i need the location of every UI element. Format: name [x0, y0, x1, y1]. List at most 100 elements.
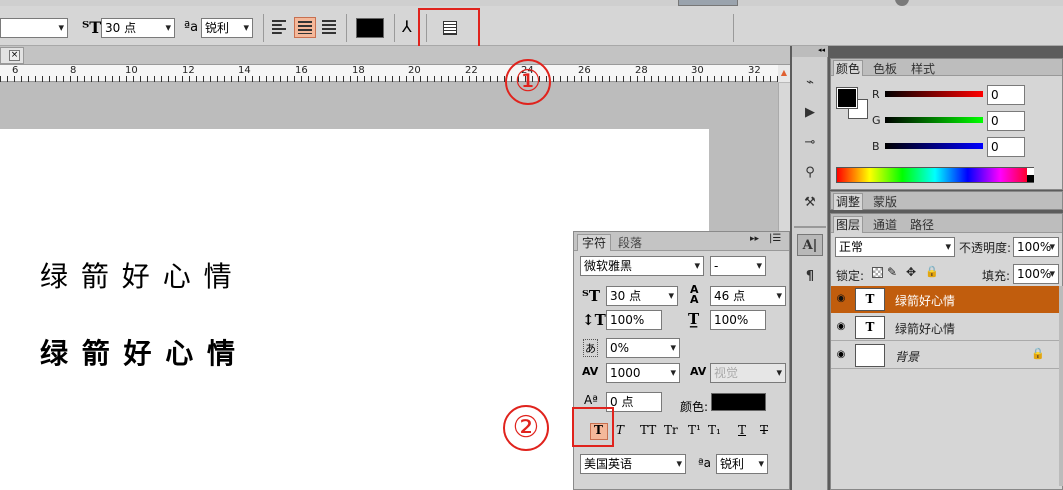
layer-row-selected[interactable]: ◉ T 绿箭好心情: [831, 286, 1059, 313]
antialias-select[interactable]: 锐利: [716, 454, 768, 474]
horizontal-scale-value: 100%: [714, 313, 749, 327]
layer-row[interactable]: ◉ T 绿箭好心情: [831, 314, 1059, 341]
lock-image-icon[interactable]: ✎: [887, 265, 897, 279]
dock-collapse-bar[interactable]: ◂◂: [792, 46, 828, 57]
blue-input[interactable]: 0: [987, 137, 1025, 157]
red-slider[interactable]: [885, 91, 983, 97]
visibility-eye-icon[interactable]: ◉: [834, 348, 848, 362]
vertical-scale-value: 100%: [610, 313, 645, 327]
vertical-scale-input[interactable]: 100%: [606, 310, 662, 330]
opacity-input[interactable]: 100%: [1013, 237, 1059, 257]
lock-transparency-icon[interactable]: [872, 267, 883, 278]
fill-value: 100%: [1017, 267, 1052, 281]
horizontal-ruler: 6 8 10 12 14 16 18 20 22 24 26 28 30 32 …: [0, 65, 790, 82]
red-label: R: [872, 88, 880, 101]
history-icon[interactable]: ⌁: [797, 72, 823, 94]
superscript-button[interactable]: T¹: [688, 423, 701, 437]
paragraph-panel-icon[interactable]: ¶: [797, 266, 823, 288]
tsume-icon: あ: [583, 339, 598, 357]
language-select[interactable]: 美国英语: [580, 454, 686, 474]
close-icon[interactable]: ×: [9, 50, 20, 61]
tab-paths-label[interactable]: 路径: [910, 216, 934, 233]
all-caps-button[interactable]: TT: [640, 423, 656, 437]
tab-channels-label[interactable]: 通道: [873, 216, 897, 233]
green-input[interactable]: 0: [987, 111, 1025, 131]
collapse-icon[interactable]: ▸▸: [750, 234, 759, 244]
text-color-swatch[interactable]: [356, 18, 384, 38]
font-size-icon: ᵀT: [82, 18, 102, 37]
layers-panel: 图层 通道 路径 正常 不透明度: 100% 锁定: ✎ ✥ 🔒 填充: 100…: [830, 213, 1063, 490]
tab-paragraph-label[interactable]: 段落: [618, 234, 642, 251]
text-color-swatch[interactable]: [711, 393, 766, 411]
subscript-button[interactable]: T₁: [708, 423, 721, 437]
faux-italic-button[interactable]: T: [616, 423, 624, 437]
ruler-tick-label: 8: [70, 65, 77, 76]
layer-name: 绿箭好心情: [895, 322, 956, 336]
tool-presets-icon[interactable]: ⚒: [797, 192, 823, 214]
opacity-value: 100%: [1017, 240, 1052, 254]
baseline-shift-input[interactable]: 0 点: [606, 392, 662, 412]
ruler-tick-label: 10: [125, 65, 138, 76]
workspace-button[interactable]: [678, 0, 738, 6]
foreground-color-swatch[interactable]: [836, 87, 858, 109]
blend-mode-select[interactable]: 正常: [835, 237, 955, 257]
ruler-tick-label: 18: [352, 65, 365, 76]
font-size-select[interactable]: 30 点: [101, 18, 175, 38]
ruler-tick-label: 20: [408, 65, 421, 76]
green-slider[interactable]: [885, 117, 983, 123]
tab-styles-label[interactable]: 样式: [911, 60, 935, 77]
font-style-select[interactable]: -: [710, 256, 766, 276]
ruler-tick-label: 14: [238, 65, 251, 76]
tracking-select[interactable]: 1000: [606, 363, 680, 383]
leading-select[interactable]: 46 点: [710, 286, 786, 306]
vertical-scale-icon: ↕T: [582, 311, 606, 329]
baseline-shift-icon: Aª: [584, 393, 598, 407]
tab-masks-label[interactable]: 蒙版: [873, 193, 897, 210]
spectrum-bar[interactable]: [836, 167, 1034, 183]
layers-panel-header: 图层 通道 路径: [831, 214, 1062, 233]
blend-mode-value: 正常: [839, 240, 864, 254]
small-caps-button[interactable]: Tr: [664, 423, 678, 437]
tsume-select[interactable]: 0%: [606, 338, 680, 358]
font-size-select[interactable]: 30 点: [606, 286, 678, 306]
clone-source-icon[interactable]: ⚲: [797, 162, 823, 184]
blue-value: 0: [991, 140, 999, 154]
tracking-icon: AV: [582, 365, 599, 378]
horizontal-scale-icon: T̲: [688, 310, 700, 328]
align-right-icon[interactable]: [322, 20, 336, 34]
ruler-tick-label: 30: [691, 65, 704, 76]
leading-icon: AA: [690, 283, 699, 306]
font-family-select[interactable]: [0, 18, 68, 38]
antialias-select[interactable]: 锐利: [201, 18, 253, 38]
kerning-select[interactable]: 视觉: [710, 363, 786, 383]
highlight-box-2: [572, 407, 614, 447]
fill-input[interactable]: 100%: [1013, 264, 1059, 284]
layer-row[interactable]: ◉ 背景 🔒: [831, 342, 1059, 369]
scroll-up-arrow-icon[interactable]: ▲: [778, 65, 790, 82]
visibility-eye-icon[interactable]: ◉: [834, 292, 848, 306]
blue-slider[interactable]: [885, 143, 983, 149]
font-family-select[interactable]: 微软雅黑: [580, 256, 704, 276]
warp-text-icon[interactable]: ⅄: [402, 17, 412, 36]
actions-icon[interactable]: ▶: [797, 102, 823, 124]
strikethrough-button[interactable]: T: [760, 423, 768, 437]
red-input[interactable]: 0: [987, 85, 1025, 105]
brush-presets-icon[interactable]: ⊸: [797, 132, 823, 154]
panel-menu-icon[interactable]: |☰: [769, 233, 781, 244]
document-tab-bar: ×: [0, 46, 790, 65]
language-value: 美国英语: [584, 457, 633, 471]
tab-swatches-label[interactable]: 色板: [873, 60, 897, 77]
lock-position-icon[interactable]: ✥: [906, 265, 916, 279]
text-layer-bold[interactable]: 绿 箭 好 心 情: [40, 332, 237, 372]
horizontal-scale-input[interactable]: 100%: [710, 310, 766, 330]
character-panel-icon[interactable]: A|: [797, 234, 823, 256]
ruler-tick-label: 16: [295, 65, 308, 76]
underline-button[interactable]: T: [738, 423, 746, 437]
visibility-eye-icon[interactable]: ◉: [834, 320, 848, 334]
text-layer-regular[interactable]: 绿 箭 好 心 情: [40, 255, 234, 295]
spectrum-black-white[interactable]: [1027, 168, 1034, 182]
layers-scrollbar[interactable]: [1059, 286, 1063, 486]
align-left-icon[interactable]: [272, 20, 286, 34]
lock-all-icon[interactable]: 🔒: [925, 265, 939, 278]
fill-label: 填充:: [982, 269, 1011, 283]
